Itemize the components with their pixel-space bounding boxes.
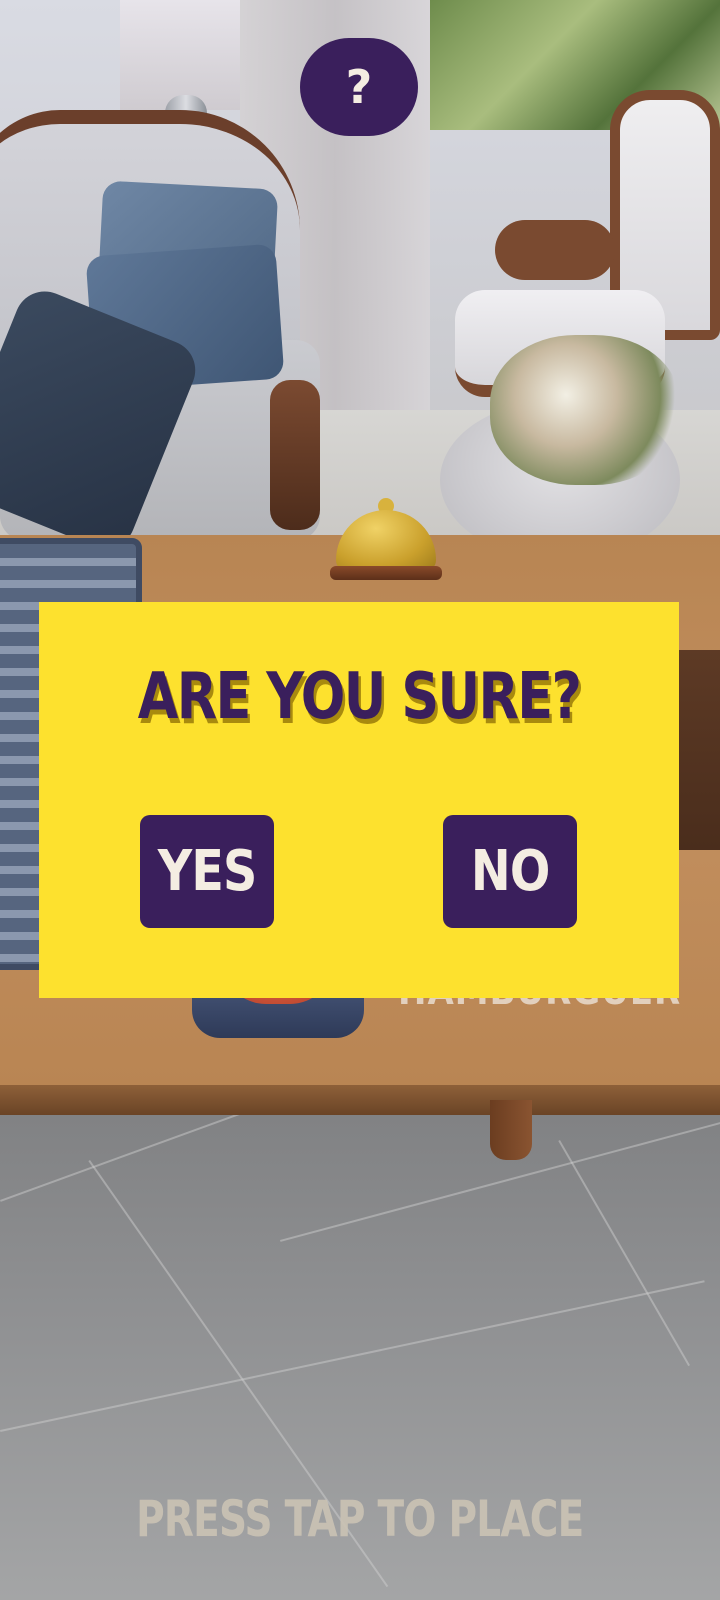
confirm-dialog: ARE YOU SURE? YES NO [39, 602, 679, 998]
no-button[interactable]: NO [443, 815, 577, 928]
armchair-arm [495, 220, 615, 280]
placement-hint: PRESS TAP TO PLACE [0, 1490, 720, 1548]
sofa-leg [270, 380, 320, 530]
question-icon: ? [345, 60, 373, 114]
yes-button[interactable]: YES [140, 815, 274, 928]
no-button-label: NO [470, 839, 550, 904]
counter-edge [0, 1085, 720, 1115]
ar-camera-view[interactable]: HAMBURGUER ? ARE YOU SURE? YES NO PRESS … [0, 0, 720, 1600]
yes-button-label: YES [157, 839, 258, 904]
bell-base [330, 566, 442, 580]
dialog-title: ARE YOU SURE? [137, 660, 582, 734]
window-left [120, 0, 240, 110]
service-bell[interactable] [330, 498, 442, 583]
help-button[interactable]: ? [300, 38, 418, 136]
placement-hint-text: PRESS TAP TO PLACE [136, 1490, 584, 1548]
bell-dome [336, 510, 436, 572]
table-leg [490, 1100, 532, 1160]
flower-arrangement [490, 335, 680, 485]
